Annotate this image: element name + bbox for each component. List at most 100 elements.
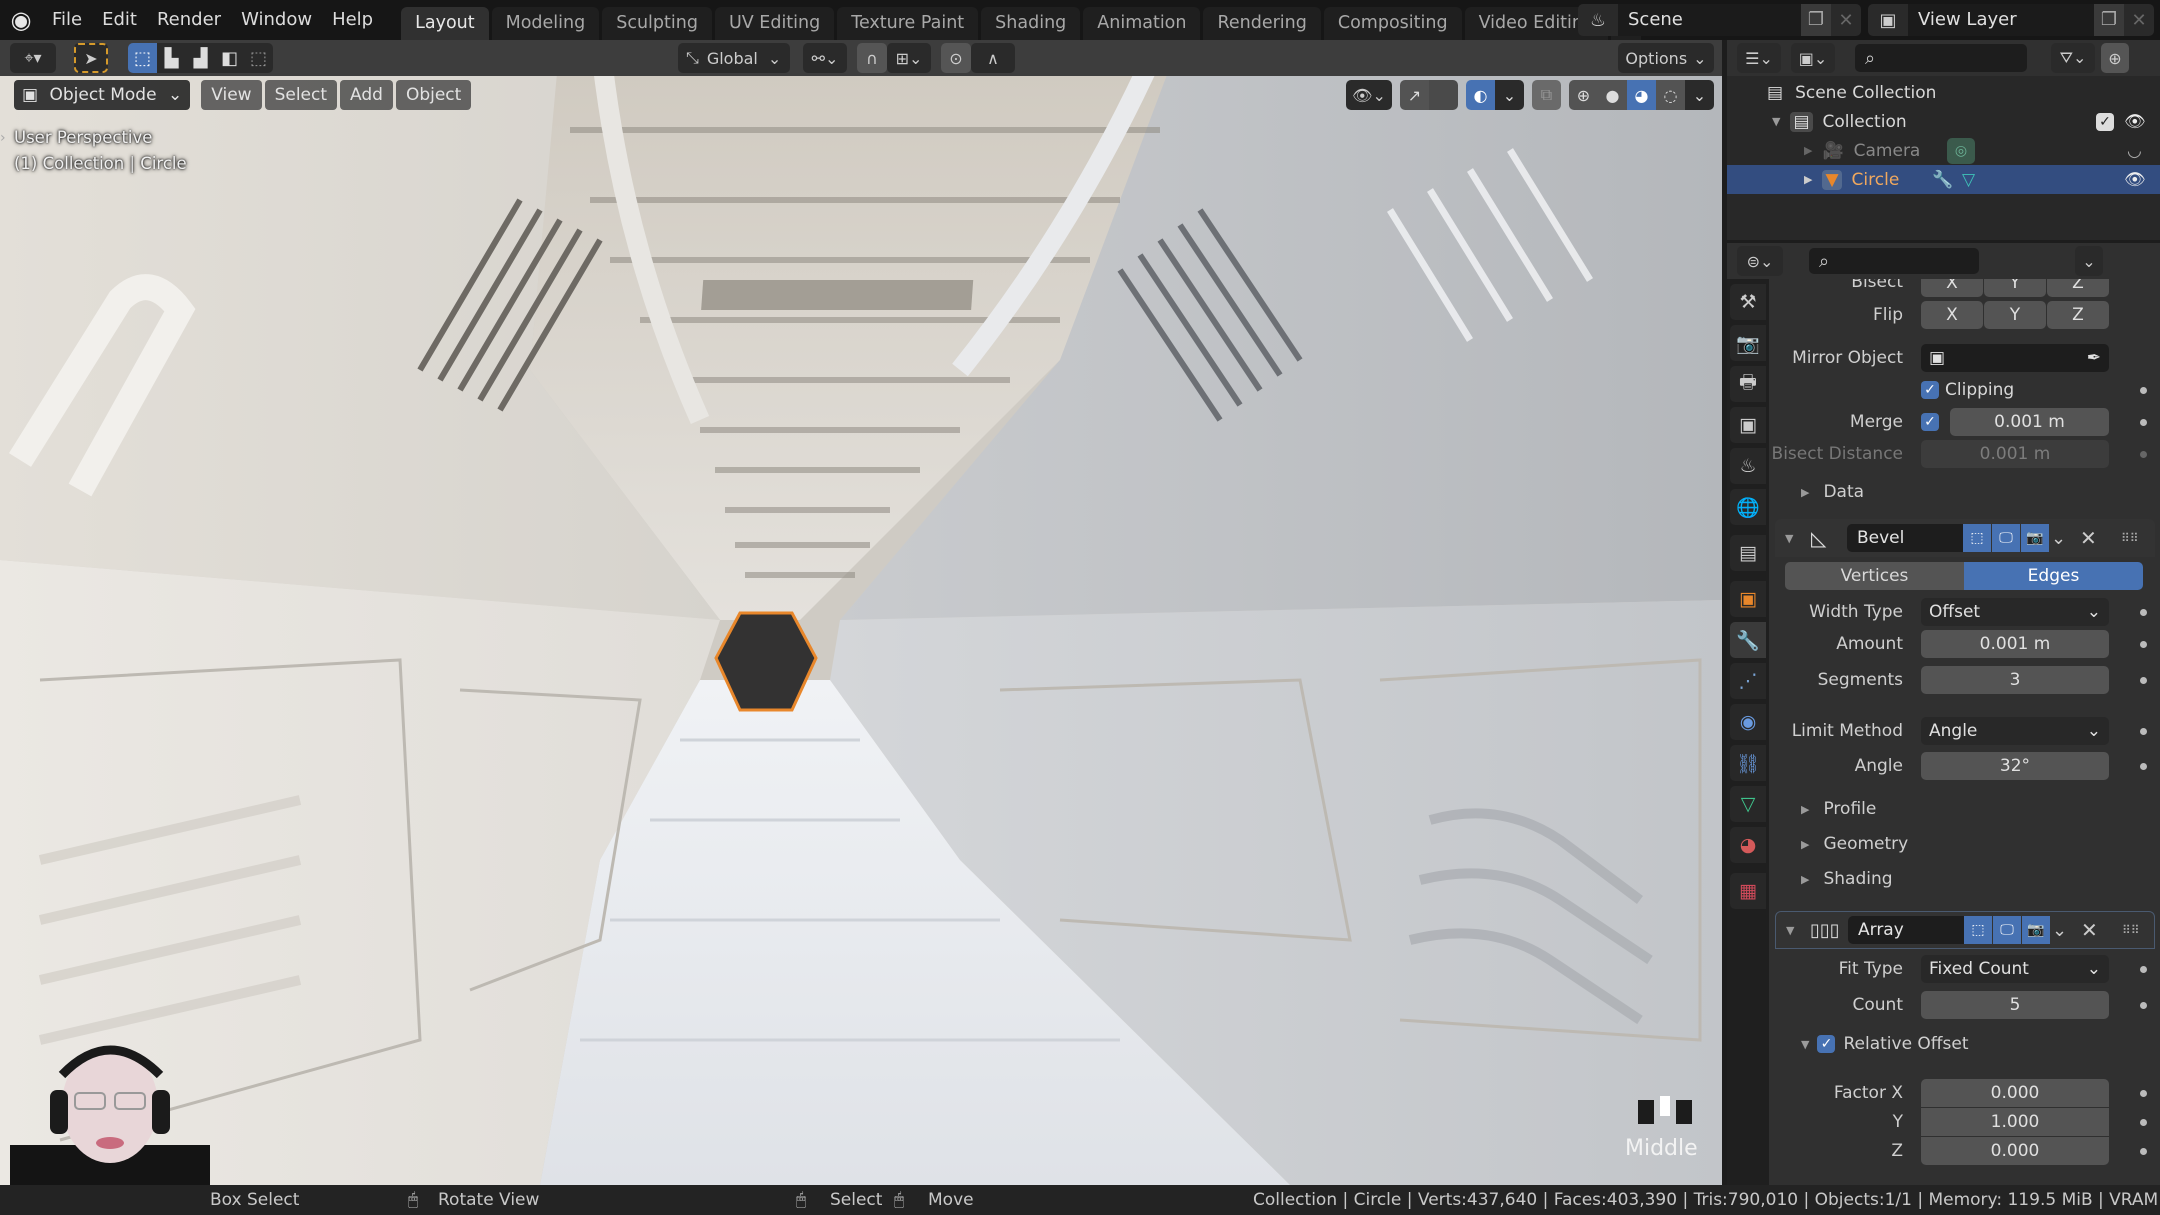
tab-compositing[interactable]: Compositing	[1323, 7, 1462, 40]
menu-window[interactable]: Window	[231, 0, 322, 40]
data-subpanel[interactable]: ▶ Data	[1801, 482, 1864, 502]
bisect-z-toggle[interactable]: Z	[2047, 279, 2109, 297]
camera-data-icon[interactable]: ◎	[1947, 137, 1975, 164]
segments-field[interactable]: 3	[1921, 666, 2109, 694]
pivot-point-icon[interactable]: ⚯⌄	[803, 43, 847, 73]
fit-type-dropdown[interactable]: Fixed Count ⌄	[1921, 955, 2109, 983]
visibility-selectability-icon[interactable]: 👁⌄	[1346, 80, 1392, 110]
3d-viewport[interactable]: ⌖▾ ➤ ⬚ ▙ ▟ ◧ ⬚ ⤡ Global ⌄ ⚯⌄ ∩ ⊞⌄ ⊙ ∧ Op…	[0, 40, 1722, 1185]
view-layer-selector[interactable]: ▣ View Layer ❐ ✕	[1868, 4, 2154, 36]
scene-name[interactable]: Scene	[1618, 4, 1801, 36]
material-preview-shading-icon[interactable]: ◕	[1627, 80, 1656, 110]
proportional-edit-icon[interactable]: ⊙	[941, 43, 971, 73]
delete-scene-icon[interactable]: ✕	[1831, 10, 1861, 31]
mode-dropdown[interactable]: ▣ Object Mode ⌄	[14, 80, 191, 110]
merge-distance-field[interactable]: 0.001 m	[1950, 408, 2109, 436]
keyframe-dot-icon[interactable]	[2140, 608, 2147, 616]
keyframe-dot-icon[interactable]	[2140, 1001, 2147, 1009]
editor-type-icon[interactable]: ⊜⌄	[1737, 246, 1783, 276]
affect-vertices-button[interactable]: Vertices	[1785, 562, 1964, 590]
mirror-object-field[interactable]: ▣ ✒	[1921, 344, 2109, 372]
menu-help[interactable]: Help	[322, 0, 383, 40]
modifier-wrench-icon[interactable]: 🔧	[1932, 170, 1953, 190]
collapse-icon[interactable]: ▼	[1785, 532, 1793, 545]
output-tab-icon[interactable]: 🖶	[1730, 366, 1766, 402]
keyframe-dot-icon[interactable]	[2140, 727, 2147, 735]
properties-search-input[interactable]: ⌕	[1809, 248, 1979, 274]
falloff-icon[interactable]: ∧	[971, 43, 1015, 73]
collapse-icon[interactable]: ▼	[1801, 1038, 1809, 1051]
select-intersect-icon[interactable]: ⬚	[244, 43, 273, 73]
flip-z-toggle[interactable]: Z	[2047, 301, 2109, 329]
close-icon[interactable]: ✕	[2081, 918, 2098, 942]
tab-uv-editing[interactable]: UV Editing	[714, 7, 835, 40]
bevel-modifier-header[interactable]: ▼ ◺ Bevel ⬚ 🖵 📷 ⌄ ✕ ⠿⠿	[1775, 519, 2155, 557]
keyframe-dot-icon[interactable]	[2140, 762, 2147, 770]
chevron-down-icon[interactable]: ⌄	[2052, 920, 2067, 941]
options-chevron-icon[interactable]: ⌄	[2075, 246, 2103, 276]
keyframe-dot-icon[interactable]	[2140, 676, 2147, 684]
keyframe-dot-icon[interactable]	[2140, 1118, 2147, 1126]
select-extend-icon[interactable]: ▙	[157, 43, 186, 73]
count-field[interactable]: 5	[1921, 991, 2109, 1019]
close-icon[interactable]: ✕	[2080, 526, 2097, 550]
world-tab-icon[interactable]: 🌐	[1730, 489, 1766, 525]
flip-y-toggle[interactable]: Y	[1984, 301, 2046, 329]
constraints-tab-icon[interactable]: ⛓	[1730, 745, 1766, 781]
merge-checkbox[interactable]: ✓	[1921, 413, 1939, 431]
tab-layout[interactable]: Layout	[401, 7, 489, 40]
solid-shading-icon[interactable]: ●	[1598, 80, 1627, 110]
modifier-name-field[interactable]: Bevel	[1847, 524, 1963, 552]
render-tab-icon[interactable]: 📷	[1730, 325, 1766, 361]
editor-type-icon[interactable]: ⌖▾	[10, 43, 56, 73]
factor-z-field[interactable]: 0.000	[1921, 1137, 2109, 1165]
shading-dropdown-icon[interactable]: ⌄	[1685, 80, 1714, 110]
options-dropdown[interactable]: Options ⌄	[1618, 43, 1714, 73]
chevron-down-icon[interactable]: ⌄	[2051, 528, 2066, 549]
width-type-dropdown[interactable]: Offset ⌄	[1921, 598, 2109, 626]
scene-selector[interactable]: ♨ Scene ❐ ✕	[1578, 4, 1861, 36]
eye-icon[interactable]: 👁	[2124, 112, 2146, 132]
outliner-item-collection[interactable]: ▼ ▤ Collection ✓ 👁	[1727, 107, 2160, 136]
overlays-dropdown-icon[interactable]: ⌄	[1495, 80, 1524, 110]
select-subtract-icon[interactable]: ▟	[186, 43, 215, 73]
viewport-toggle-icon[interactable]: 🖵	[1993, 916, 2021, 944]
edit-mode-toggle-icon[interactable]: ⬚	[1964, 916, 1992, 944]
menu-view[interactable]: View	[201, 80, 262, 110]
clipping-checkbox[interactable]: ✓	[1921, 381, 1939, 399]
keyframe-dot-icon[interactable]	[2140, 640, 2147, 648]
outliner-item-camera[interactable]: ▶ 🎥 Camera ◎ ◡	[1727, 136, 2160, 165]
menu-file[interactable]: File	[42, 0, 92, 40]
new-view-layer-icon[interactable]: ❐	[2094, 4, 2124, 36]
expand-icon[interactable]: ▶	[1804, 144, 1812, 157]
bisect-x-toggle[interactable]: X	[1921, 279, 1983, 297]
expand-icon[interactable]: ▼	[1772, 115, 1780, 128]
mesh-data-icon[interactable]: ▽	[1962, 170, 1975, 190]
menu-select[interactable]: Select	[264, 80, 338, 110]
tab-rendering[interactable]: Rendering	[1203, 7, 1321, 40]
keyframe-dot-icon[interactable]	[2140, 386, 2147, 394]
outliner-item-circle[interactable]: ▶ ▼ Circle 🔧 ▽ 👁	[1727, 165, 2160, 194]
tab-modeling[interactable]: Modeling	[491, 7, 600, 40]
factor-x-field[interactable]: 0.000	[1921, 1079, 2109, 1107]
flip-x-toggle[interactable]: X	[1921, 301, 1983, 329]
xray-toggle-icon[interactable]: ⧉	[1532, 80, 1561, 110]
exclude-checkbox[interactable]: ✓	[2096, 112, 2114, 131]
filter-icon[interactable]: ⛛⌄	[2051, 43, 2095, 73]
data-tab-icon[interactable]: ▽	[1730, 786, 1766, 822]
new-scene-icon[interactable]: ❐	[1801, 4, 1831, 36]
view-layer-tab-icon[interactable]: ▣	[1730, 407, 1766, 443]
drag-handle-icon[interactable]: ⠿⠿	[2122, 923, 2140, 937]
material-tab-icon[interactable]: ◕	[1730, 827, 1766, 863]
shading-subpanel[interactable]: ▶ Shading	[1801, 869, 1893, 889]
geometry-subpanel[interactable]: ▶ Geometry	[1801, 834, 1908, 854]
modifier-name-field[interactable]: Array	[1848, 916, 1964, 944]
render-toggle-icon[interactable]: 📷	[2022, 916, 2050, 944]
factor-y-field[interactable]: 1.000	[1921, 1108, 2109, 1136]
new-collection-icon[interactable]: ⊕	[2101, 43, 2129, 73]
view-layer-name[interactable]: View Layer	[1908, 4, 2094, 36]
profile-subpanel[interactable]: ▶ Profile	[1801, 799, 1876, 819]
amount-field[interactable]: 0.001 m	[1921, 630, 2109, 658]
transform-orientation-dropdown[interactable]: ⤡ Global ⌄	[678, 43, 790, 73]
collapse-icon[interactable]: ▼	[1786, 924, 1794, 937]
